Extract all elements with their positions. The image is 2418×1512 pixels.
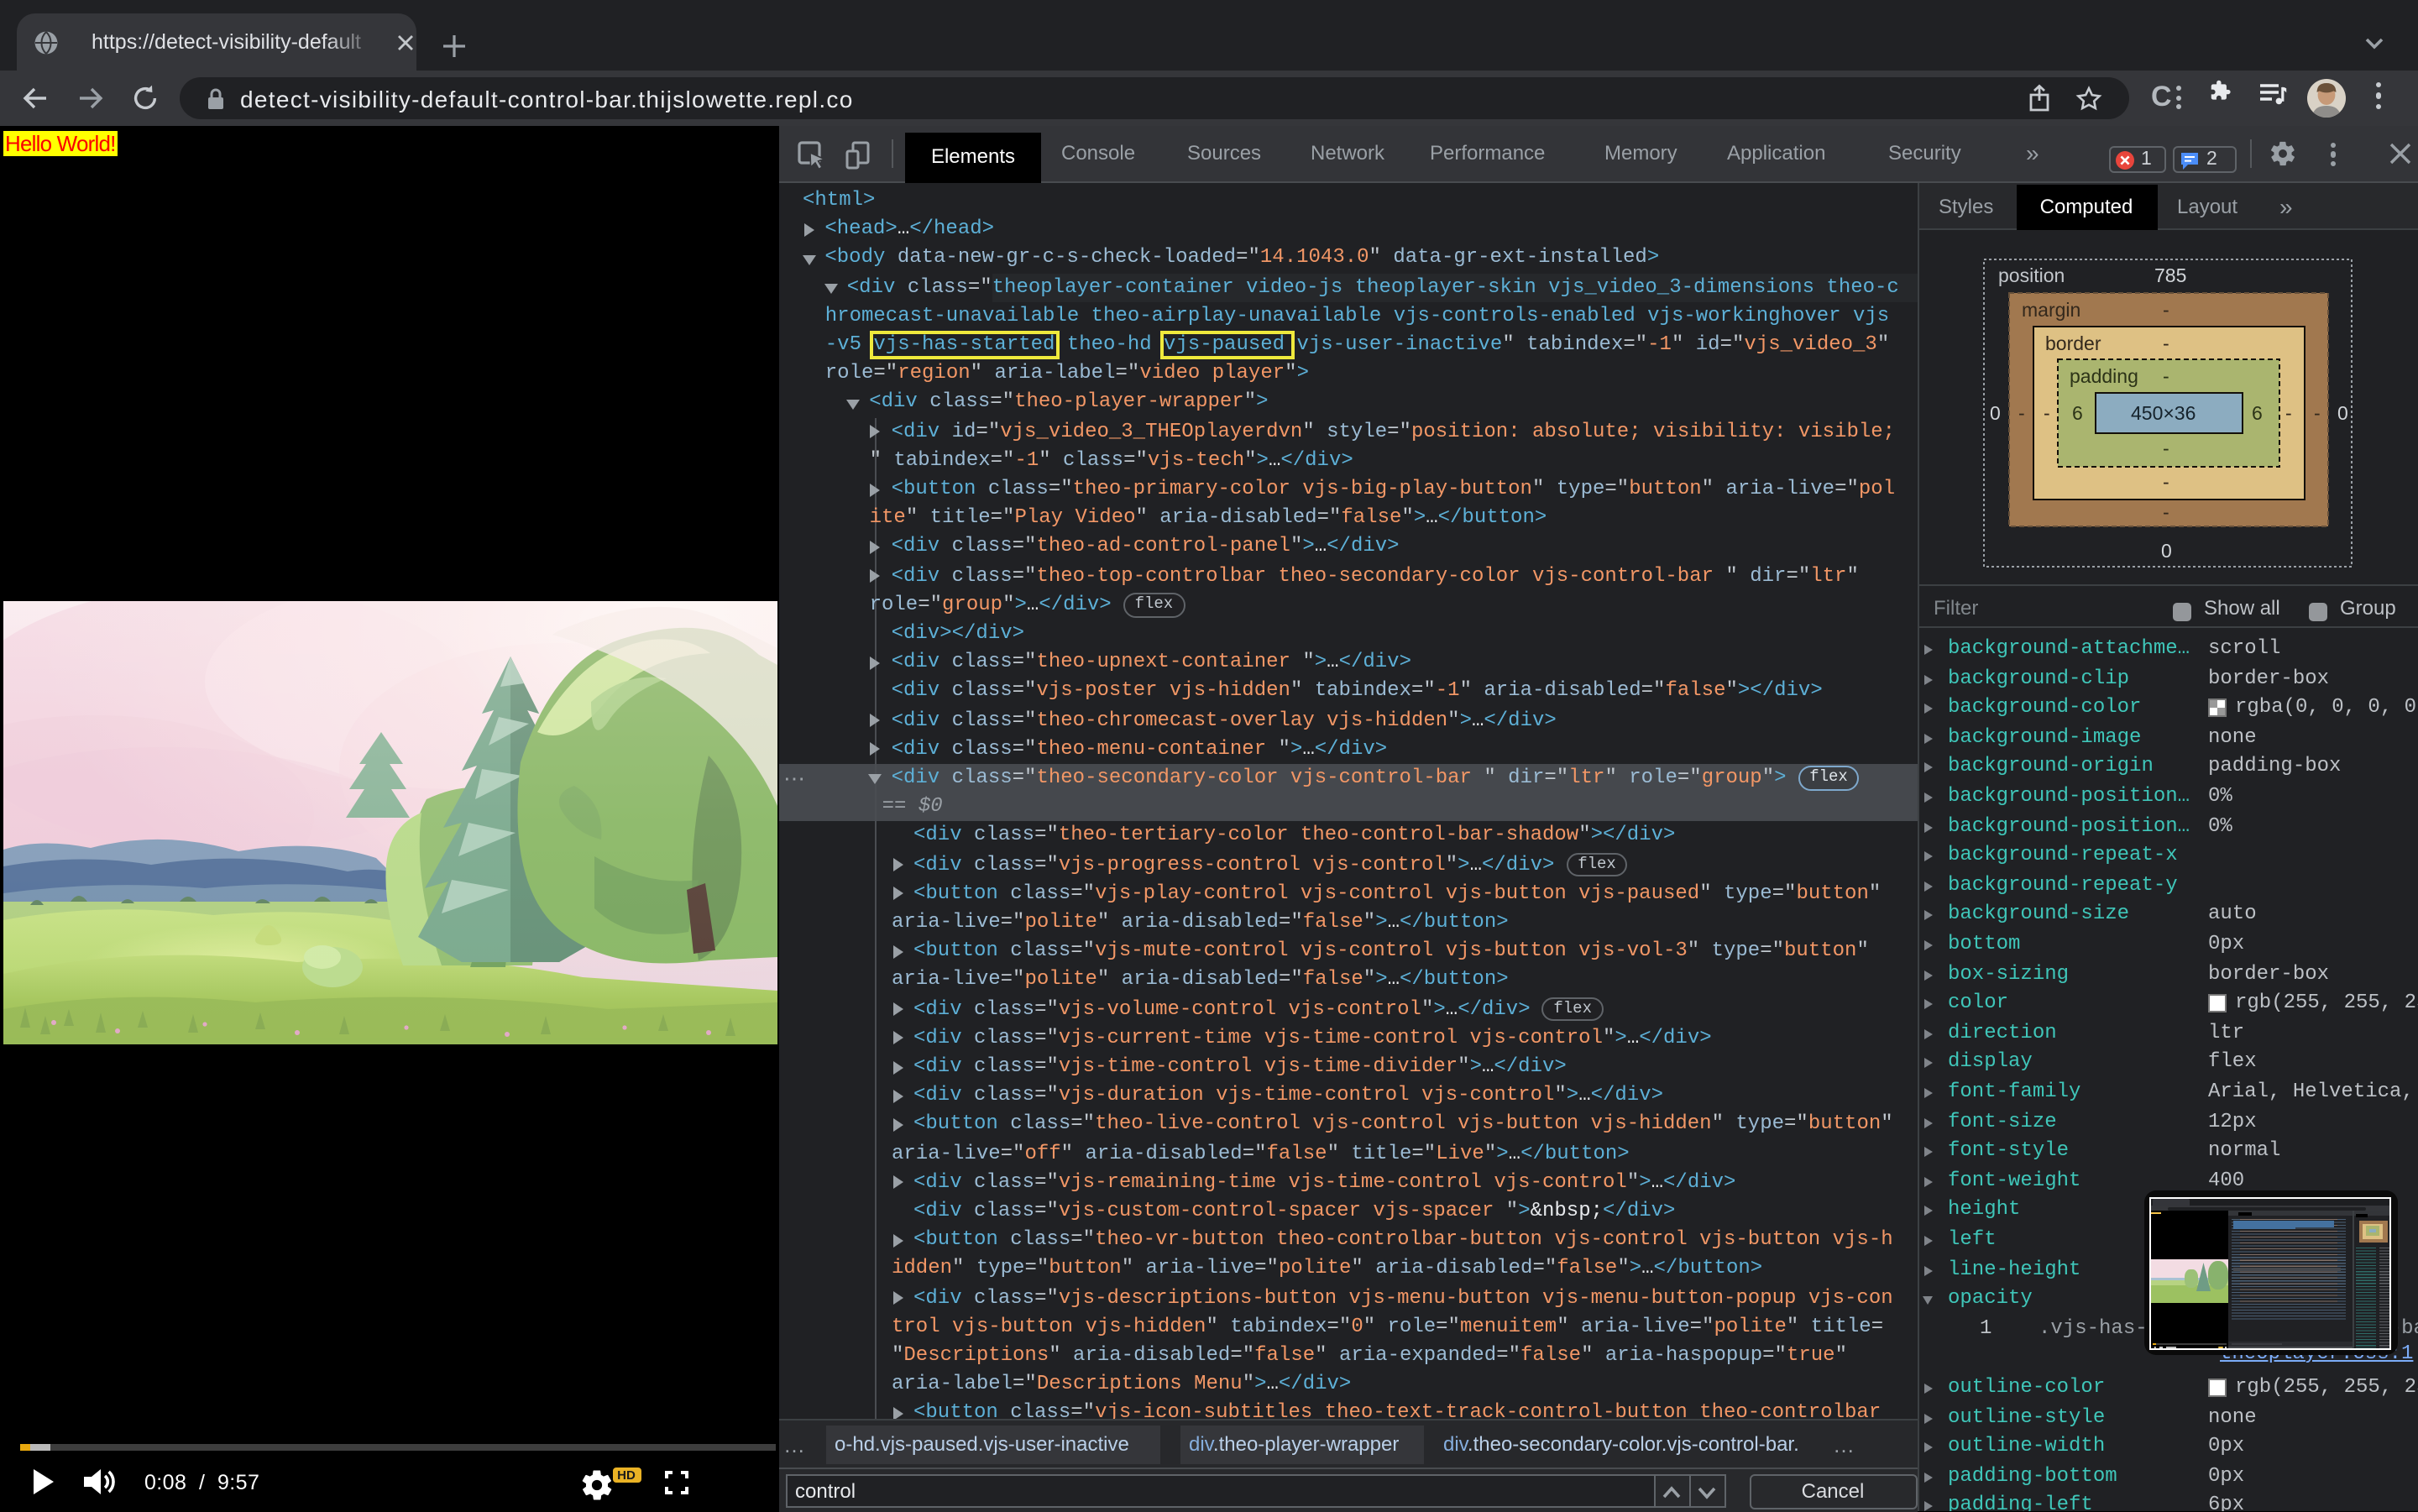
svg-text:-: - — [2043, 401, 2049, 423]
svg-text:-: - — [2018, 401, 2024, 423]
svg-text:0: 0 — [1989, 401, 2000, 423]
svg-text:-: - — [2162, 364, 2169, 386]
svg-text:-: - — [2162, 470, 2169, 492]
svg-text:-: - — [2162, 437, 2169, 458]
svg-text:border: border — [2044, 332, 2101, 353]
svg-text:position: position — [1997, 264, 2064, 285]
svg-text:6: 6 — [2251, 401, 2262, 423]
svg-text:-: - — [2285, 401, 2291, 423]
svg-text:padding: padding — [2069, 364, 2138, 386]
svg-text:0: 0 — [2160, 539, 2171, 561]
svg-text:margin: margin — [2021, 298, 2080, 320]
svg-text:-: - — [2162, 332, 2169, 353]
svg-text:785: 785 — [2154, 264, 2185, 285]
svg-text:6: 6 — [2071, 401, 2082, 423]
svg-text:-: - — [2162, 500, 2169, 522]
svg-text:-: - — [2313, 401, 2320, 423]
svg-text:0: 0 — [2337, 401, 2347, 423]
svg-text:-: - — [2162, 298, 2169, 320]
svg-text:450×36: 450×36 — [2130, 401, 2195, 423]
